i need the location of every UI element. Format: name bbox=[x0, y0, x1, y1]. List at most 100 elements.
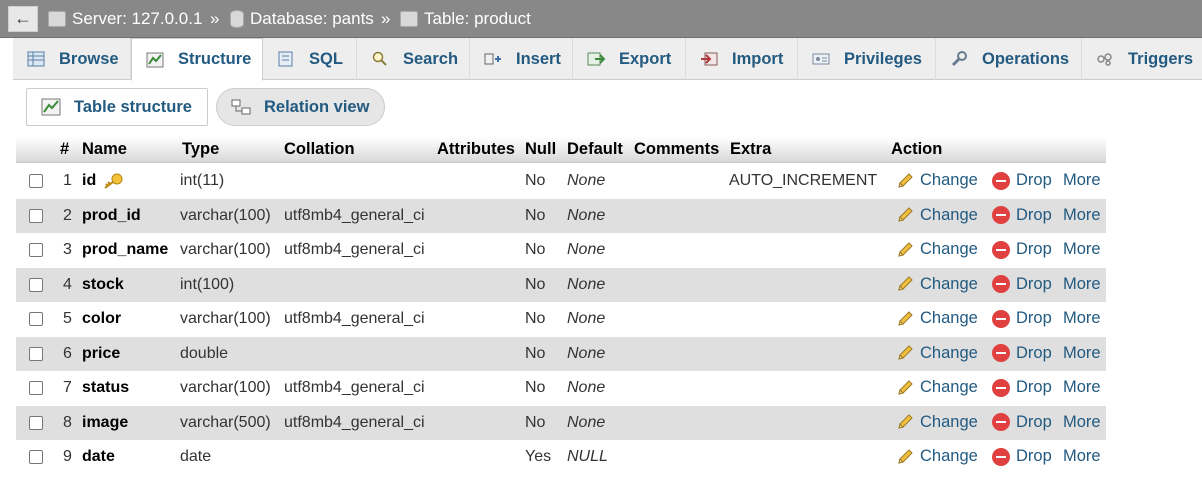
change-button[interactable]: Change bbox=[896, 413, 978, 432]
column-name[interactable]: price bbox=[82, 345, 120, 363]
tab-import[interactable]: Import bbox=[686, 38, 798, 80]
subtab-relation-view[interactable]: Relation view bbox=[216, 88, 385, 126]
pencil-icon bbox=[898, 414, 913, 429]
drop-button[interactable]: Drop bbox=[992, 275, 1052, 294]
column-name-text: id bbox=[82, 172, 97, 189]
more-button[interactable]: More bbox=[1063, 275, 1101, 294]
more-button[interactable]: More bbox=[1063, 344, 1101, 363]
table-row: 9 date date Yes NULL Change Drop More bbox=[16, 440, 1106, 475]
more-button[interactable]: More bbox=[1063, 171, 1101, 190]
change-button[interactable]: Change bbox=[896, 447, 978, 466]
tab-browse[interactable]: Browse bbox=[13, 38, 131, 80]
change-button[interactable]: Change bbox=[896, 206, 978, 225]
col-default-header[interactable]: Default bbox=[567, 140, 623, 159]
row-checkbox[interactable] bbox=[29, 381, 43, 395]
tab-triggers[interactable]: Triggers bbox=[1082, 38, 1202, 80]
col-null-header[interactable]: Null bbox=[525, 140, 556, 159]
more-button[interactable]: More bbox=[1063, 378, 1101, 397]
column-type: varchar(100) bbox=[180, 379, 271, 396]
row-number: 3 bbox=[63, 241, 72, 258]
row-checkbox[interactable] bbox=[29, 277, 43, 292]
drop-button[interactable]: Drop bbox=[992, 378, 1052, 397]
row-checkbox[interactable] bbox=[29, 415, 43, 430]
col-collation-header[interactable]: Collation bbox=[284, 140, 355, 159]
more-button[interactable]: More bbox=[1063, 240, 1101, 259]
tab-structure[interactable]: Structure bbox=[131, 38, 263, 81]
change-button[interactable]: Change bbox=[896, 240, 978, 259]
drop-button[interactable]: Drop bbox=[992, 171, 1052, 190]
drop-icon bbox=[992, 206, 1010, 224]
tab-export[interactable]: Export bbox=[573, 38, 686, 80]
row-checkbox[interactable] bbox=[29, 312, 43, 326]
col-extra-header[interactable]: Extra bbox=[730, 140, 771, 159]
column-type: int(100) bbox=[180, 275, 235, 293]
column-name[interactable]: prod_name bbox=[82, 241, 168, 259]
drop-label: Drop bbox=[1016, 205, 1052, 224]
more-button[interactable]: More bbox=[1063, 447, 1101, 466]
change-button[interactable]: Change bbox=[896, 309, 978, 328]
row-checkbox[interactable] bbox=[29, 346, 43, 361]
column-null: No bbox=[525, 206, 546, 224]
more-label: More bbox=[1063, 171, 1101, 189]
column-name[interactable]: date bbox=[82, 448, 115, 466]
drop-button[interactable]: Drop bbox=[992, 413, 1052, 432]
column-name[interactable]: stock bbox=[82, 276, 124, 294]
col-attributes-header[interactable]: Attributes bbox=[437, 140, 515, 159]
change-button[interactable]: Change bbox=[896, 171, 978, 190]
breadcrumb-table-label: Table: product bbox=[424, 9, 531, 28]
drop-button[interactable]: Drop bbox=[992, 309, 1052, 328]
tab-operations[interactable]: Operations bbox=[936, 38, 1082, 80]
tab-search[interactable]: Search bbox=[357, 38, 470, 80]
tab-label: Structure bbox=[178, 50, 252, 68]
back-button[interactable]: ← bbox=[8, 6, 38, 32]
triggers-icon bbox=[1097, 53, 1112, 66]
change-button[interactable]: Change bbox=[896, 378, 978, 397]
main-tab-bar: Browse Structure SQL Search Insert Expor… bbox=[13, 38, 1202, 81]
column-collation: utf8mb4_general_ci bbox=[284, 241, 425, 258]
column-name[interactable]: color bbox=[82, 310, 121, 328]
col-comments-header[interactable]: Comments bbox=[634, 140, 719, 159]
col-num-header[interactable]: # bbox=[60, 140, 69, 159]
column-name[interactable]: image bbox=[82, 414, 128, 432]
column-type: varchar(100) bbox=[180, 241, 271, 258]
tab-insert[interactable]: Insert bbox=[470, 38, 573, 80]
breadcrumb-database[interactable]: Database: pants bbox=[230, 8, 374, 30]
breadcrumb-table[interactable]: Table: product bbox=[400, 8, 531, 30]
drop-icon bbox=[992, 413, 1010, 431]
column-name[interactable]: prod_id bbox=[82, 207, 141, 225]
drop-label: Drop bbox=[1016, 240, 1052, 258]
drop-button[interactable]: Drop bbox=[992, 344, 1052, 363]
change-label: Change bbox=[920, 205, 978, 224]
drop-button[interactable]: Drop bbox=[992, 447, 1052, 466]
change-button[interactable]: Change bbox=[896, 344, 978, 363]
breadcrumb-server[interactable]: Server: 127.0.0.1 bbox=[48, 8, 202, 30]
row-checkbox[interactable] bbox=[29, 208, 43, 223]
tab-label: Import bbox=[732, 49, 784, 68]
row-checkbox[interactable] bbox=[29, 243, 43, 257]
insert-icon bbox=[484, 53, 501, 65]
drop-label: Drop bbox=[1016, 343, 1052, 362]
column-name[interactable]: id bbox=[82, 172, 124, 190]
col-type-header[interactable]: Type bbox=[182, 140, 219, 159]
col-name-header[interactable]: Name bbox=[82, 140, 127, 159]
more-button[interactable]: More bbox=[1063, 309, 1101, 328]
tab-label: Search bbox=[403, 49, 459, 68]
row-checkbox[interactable] bbox=[29, 174, 43, 188]
column-name[interactable]: status bbox=[82, 379, 129, 397]
column-name-text: prod_id bbox=[82, 206, 141, 224]
relation-icon bbox=[231, 99, 251, 115]
subtab-table-structure[interactable]: Table structure bbox=[26, 88, 208, 126]
change-label: Change bbox=[920, 171, 978, 189]
more-button[interactable]: More bbox=[1063, 413, 1101, 432]
drop-button[interactable]: Drop bbox=[992, 240, 1052, 259]
more-button[interactable]: More bbox=[1063, 206, 1101, 225]
row-checkbox[interactable] bbox=[29, 450, 43, 464]
tab-label: Browse bbox=[59, 49, 119, 68]
row-number: 1 bbox=[63, 172, 72, 189]
drop-button[interactable]: Drop bbox=[992, 206, 1052, 225]
tab-label: Export bbox=[619, 49, 672, 68]
tab-sql[interactable]: SQL bbox=[263, 38, 357, 80]
change-button[interactable]: Change bbox=[896, 275, 978, 294]
more-label: More bbox=[1063, 412, 1101, 431]
tab-privileges[interactable]: Privileges bbox=[798, 38, 936, 80]
